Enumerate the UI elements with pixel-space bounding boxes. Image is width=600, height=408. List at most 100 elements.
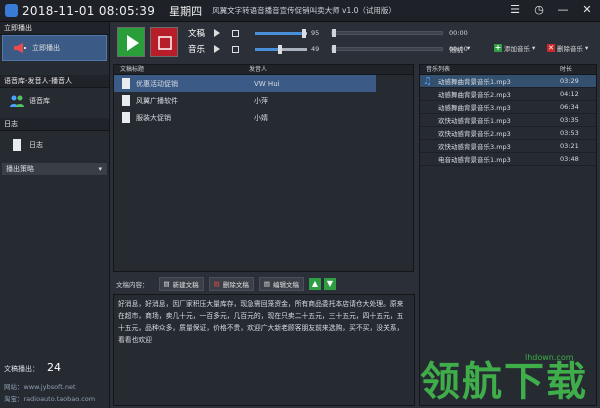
edit-doc-button[interactable]: ▤ 编辑文稿 [258, 277, 304, 291]
stats-value: 24 [47, 361, 61, 374]
doc-progress-knob[interactable] [332, 29, 336, 37]
duration-header[interactable]: 时长 [560, 65, 596, 74]
doc-row[interactable]: 优惠活动促销 VW Hui [114, 75, 376, 92]
doc-speaker: VW Hui [254, 79, 280, 88]
music-name: 动感舞曲背景音乐1.mp3 [438, 78, 511, 86]
new-doc-button[interactable]: ▤ 新建文稿 [158, 277, 204, 291]
megaphone-icon [13, 42, 27, 54]
section-head-log: 日志 [0, 118, 109, 131]
strategy-dropdown[interactable]: 播出策略 ▾ [2, 163, 107, 175]
music-list-header[interactable]: 音乐列表 [420, 65, 560, 74]
music-control-row: 音乐 49 00:00 [188, 42, 468, 56]
doc-volume-value: 95 [311, 29, 320, 37]
music-duration: 03:48 [560, 155, 579, 163]
sidebar-item-label: 日志 [29, 141, 43, 149]
music-duration: 06:34 [560, 103, 579, 111]
doc-play-icon[interactable] [214, 29, 220, 37]
delete-doc-icon: ▤ [213, 280, 220, 288]
sidebar-item-broadcast[interactable]: 立即播出 [2, 35, 107, 61]
watermark-logo: 领航下载 [420, 359, 588, 405]
doc-progress-bar[interactable] [331, 29, 443, 37]
users-icon [10, 95, 24, 107]
music-duration: 03:53 [560, 129, 579, 137]
arrow-up-icon[interactable]: ▲ [308, 278, 321, 290]
site-label: 网站： [4, 383, 24, 391]
document-icon [122, 95, 130, 106]
doc-volume-slider[interactable] [255, 28, 307, 38]
music-row[interactable]: 动感舞曲背景音乐3.mp3 06:34 [420, 101, 596, 114]
new-doc-icon: ▤ [163, 280, 170, 288]
stats: 文稿播出： 24 [4, 361, 61, 374]
doc-row[interactable]: 风翼广播软件 小萍 [114, 92, 413, 109]
delete-icon: ✕ [547, 44, 555, 52]
music-volume-slider[interactable] [255, 44, 307, 54]
music-duration: 03:35 [560, 116, 579, 124]
title-bar: 2018-11-01 08:05:39 星期四 风翼文字转语音播音宣传促销叫卖大… [0, 0, 600, 22]
chevron-down-icon: ▾ [98, 165, 102, 173]
doc-row[interactable]: 服装大促销 小婧 [114, 109, 413, 126]
delete-music-button[interactable]: ✕ 删除音乐 ▾ [547, 42, 588, 54]
doc-stop-icon[interactable] [232, 29, 239, 37]
add-music-button[interactable]: + 添加音乐 ▾ [494, 42, 535, 54]
minimize-icon[interactable]: — [556, 3, 570, 17]
music-volume-value: 49 [311, 45, 320, 53]
site-link[interactable]: www.jybsoft.net [24, 383, 76, 391]
music-row[interactable]: 电音动感背景音乐1.mp3 03:48 [420, 153, 596, 166]
doc-volume-knob[interactable] [302, 28, 307, 38]
music-note-icon: ♫ [423, 75, 432, 87]
add-music-label: 添加音乐 [504, 45, 530, 53]
music-name: 动感舞曲背景音乐2.mp3 [438, 91, 511, 99]
music-table-header: 音乐列表 时长 [420, 65, 596, 75]
music-row[interactable]: 动感舞曲背景音乐2.mp3 04:12 [420, 88, 596, 101]
music-row[interactable]: 欢快动感背景音乐1.mp3 03:35 [420, 114, 596, 127]
clock-icon[interactable]: ◷ [532, 3, 546, 17]
doc-title: 优惠活动促销 [136, 79, 178, 88]
music-volume-knob[interactable] [278, 44, 283, 54]
arrow-down-icon[interactable]: ▼ [323, 278, 336, 290]
section-head-voice: 语音库-发音人-播音人 [0, 75, 109, 88]
doc-title-header[interactable]: 文稿标题 [114, 65, 249, 74]
chevron-down-icon: ▾ [532, 44, 536, 52]
shop-link[interactable]: radioauto.taobao.com [24, 395, 96, 403]
random-label: 随机 [450, 46, 463, 54]
doc-control-row: 文稿 95 00:00 [188, 26, 468, 40]
sidebar-item-log[interactable]: 日志 [0, 131, 109, 159]
edit-doc-label: 编辑文稿 [272, 281, 299, 289]
music-row[interactable]: ♫ 动感舞曲背景音乐1.mp3 03:29 [420, 75, 596, 88]
weekday-display: 星期四 [169, 4, 203, 18]
music-name: 欢快动感背景音乐3.mp3 [438, 143, 511, 151]
music-progress-knob[interactable] [332, 45, 336, 53]
doc-title: 服装大促销 [136, 113, 171, 122]
delete-doc-label: 删除文稿 [222, 281, 249, 289]
music-name: 动感舞曲背景音乐3.mp3 [438, 104, 511, 112]
sidebar-item-voice-library[interactable]: 语音库 [0, 88, 109, 114]
shop-label: 淘宝： [4, 395, 24, 403]
datetime-display: 2018-11-01 08:05:39 [22, 3, 156, 18]
speaker-header[interactable]: 发音人 [249, 65, 267, 74]
new-doc-label: 新建文稿 [172, 281, 199, 289]
music-volume-fill [255, 47, 281, 51]
music-stop-icon[interactable] [232, 45, 239, 53]
music-row[interactable]: 欢快动感背景音乐2.mp3 03:53 [420, 127, 596, 140]
chevron-down-icon: ▾ [585, 44, 589, 52]
random-dropdown[interactable]: 随机 ▾ [450, 44, 470, 54]
play-button[interactable] [117, 27, 145, 57]
music-duration: 04:12 [560, 90, 579, 98]
music-row[interactable]: 欢快动感背景音乐3.mp3 03:21 [420, 140, 596, 153]
close-icon[interactable]: ✕ [580, 3, 594, 17]
stop-button[interactable] [150, 27, 178, 57]
plus-icon: + [494, 43, 502, 52]
play-icon [127, 35, 139, 51]
music-name: 电音动感背景音乐1.mp3 [438, 156, 511, 164]
doc-list-panel: 文稿标题 发音人 优惠活动促销 VW Hui 风翼广播软件 小萍 服装大促销 小… [113, 64, 414, 272]
shop-line: 淘宝：radioauto.taobao.com [4, 393, 95, 403]
delete-doc-button[interactable]: ▤ 删除文稿 [208, 277, 254, 291]
content-text-area[interactable]: 好消息，好消息，因厂家积压大量库存，现急需回笼资金，所有商品委托本店请仓大处理。… [113, 294, 415, 406]
doc-title: 风翼广播软件 [136, 96, 178, 105]
menu-icon[interactable]: ☰ [508, 3, 522, 17]
content-label: 文稿内容： [116, 281, 149, 289]
music-progress-bar[interactable] [331, 45, 443, 53]
music-play-icon[interactable] [214, 45, 220, 53]
doc-label: 文稿 [188, 29, 206, 39]
edit-doc-icon: ▤ [263, 280, 270, 288]
